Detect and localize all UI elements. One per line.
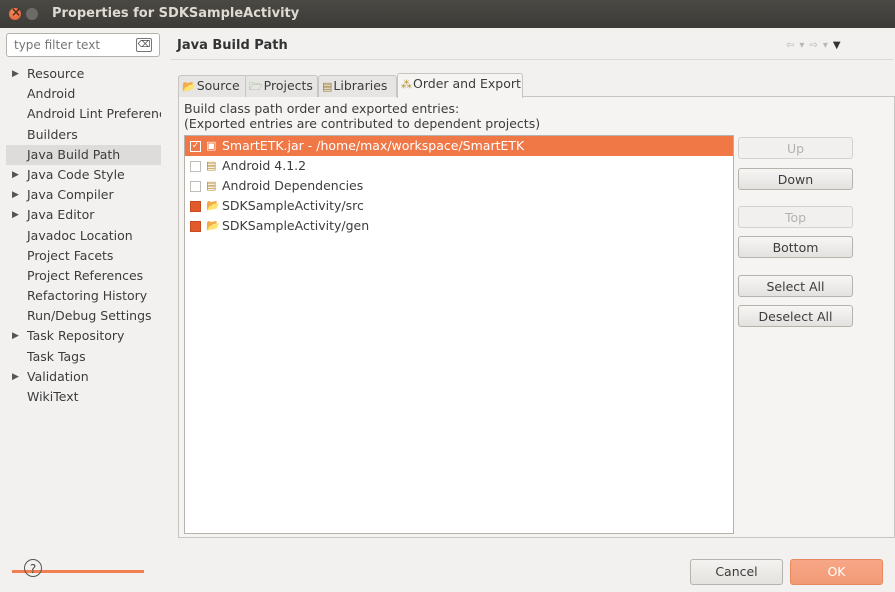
sidebar-item-label: Refactoring History [27,288,148,304]
sidebar-item-label: Project References [27,267,144,283]
export-checkbox[interactable] [190,161,201,172]
minimize-window-button[interactable] [26,8,38,20]
sidebar-item-run-debug-settings[interactable]: Run/Debug Settings [6,306,161,326]
down-button[interactable]: Down [738,168,853,190]
sidebar-item-javadoc-location[interactable]: Javadoc Location [6,226,161,246]
entry-label: Android Dependencies [222,178,364,193]
history-nav: ⇦▾⇨▾▼ [786,40,846,51]
sidebar-item-java-build-path[interactable]: Java Build Path [6,144,161,165]
expand-arrow-icon[interactable]: ▶ [12,326,19,346]
top-button[interactable]: Top [738,206,853,228]
list-item[interactable]: ✓ ▣ SmartETK.jar - /home/max/workspace/Sma… [185,136,733,156]
sidebar-item-label: WikiText [27,389,79,404]
sidebar-item-java-code-style[interactable]: ▶ Java Code Style [6,165,161,185]
sidebar-item-project-references[interactable]: Project References [6,266,161,286]
sidebar-item-task-tags[interactable]: Task Tags [6,347,161,367]
order-export-list[interactable]: ✓ ▣ SmartETK.jar - /home/max/workspace/Sma… [184,135,734,534]
sidebar-item-java-compiler[interactable]: ▶ Java Compiler [6,185,161,205]
source-folder-icon: 📂 [182,80,196,93]
sidebar-item-validation[interactable]: ▶ Validation [6,367,161,387]
bottom-button[interactable]: Bottom [738,236,853,258]
sidebar-item-android[interactable]: Android [6,84,161,104]
expand-arrow-icon[interactable]: ▶ [12,205,19,225]
sidebar-item-refactoring-history[interactable]: Refactoring History [6,286,161,306]
expand-arrow-icon[interactable]: ▶ [12,185,19,205]
entry-label: Android 4.1.2 [222,158,307,173]
export-checkbox[interactable] [190,181,201,192]
expand-arrow-icon[interactable]: ▶ [12,165,19,185]
window-title: Properties for SDKSampleActivity [52,6,300,21]
library-icon: ▤ [206,159,217,172]
jar-icon: ▣ [206,139,217,152]
sidebar-item-label: Task Repository [27,328,125,344]
tab-libraries[interactable]: ▤Libraries [318,75,397,97]
tab-order-and-export[interactable]: ⁂Order and Export [397,73,523,98]
entry-label: SDKSampleActivity/gen [222,218,370,233]
tab-description: Build class path order and exported entr… [184,101,540,131]
export-checkbox[interactable] [190,201,201,212]
sidebar-item-label: Validation [27,368,89,384]
sidebar-item-label: Javadoc Location [27,227,133,243]
sidebar-item-label: Java Editor [27,207,95,223]
order-export-icon: ⁂ [401,78,412,91]
description-line-2: (Exported entries are contributed to dep… [184,116,541,131]
up-button[interactable]: Up [738,137,853,159]
sidebar-item-java-editor[interactable]: ▶ Java Editor [6,205,161,225]
list-item[interactable]: ▤ Android Dependencies [185,176,733,196]
back-arrow-icon[interactable]: ⇦ [786,40,799,51]
entry-label: SDKSampleActivity/src [222,198,364,213]
view-menu-icon[interactable]: ▼ [833,40,846,51]
select-all-button[interactable]: Select All [738,275,853,297]
projects-icon: 🗁 [249,80,263,93]
sidebar-item-label: Project Facets [27,247,114,263]
sidebar-item-android-lint-preferences[interactable]: Android Lint Preferences [6,104,161,124]
property-tree: ▶ Resource Android Android Lint Preferences… [6,64,161,407]
export-checkbox[interactable]: ✓ [190,141,201,152]
forward-arrow-icon[interactable]: ⇨ [809,40,822,51]
filter-input[interactable] [12,37,136,53]
library-icon: ▤ [206,179,217,192]
sidebar-item-label: Resource [27,66,85,81]
sidebar-item-builders[interactable]: Builders [6,125,161,145]
sidebar-item-label: Task Tags [27,348,86,364]
ok-button[interactable]: OK [790,559,883,585]
window-titlebar: Properties for SDKSampleActivity [0,0,895,28]
forward-menu-icon[interactable]: ▾ [823,40,833,51]
properties-sidebar: ⌫ ▶ Resource Android Android Lint Preferenc… [6,33,161,573]
tab-projects[interactable]: 🗁Projects [245,75,318,97]
source-folder-icon: 📂 [206,199,220,212]
filter-box: ⌫ [6,33,160,57]
sidebar-item-resource[interactable]: ▶ Resource [6,64,161,84]
tab-source[interactable]: 📂Source [178,75,248,97]
expand-arrow-icon[interactable]: ▶ [12,64,19,84]
help-icon[interactable]: ? [24,559,42,577]
sidebar-item-label: Android Lint Preferences [27,106,161,122]
export-checkbox[interactable] [190,221,201,232]
sidebar-item-label: Java Build Path [27,146,121,162]
sidebar-item-label: Android [27,86,76,102]
back-menu-icon[interactable]: ▾ [799,40,809,51]
list-item[interactable]: ▤ Android 4.1.2 [185,156,733,176]
sidebar-item-label: Builders [27,126,78,142]
list-item[interactable]: 📂 SDKSampleActivity/src [185,196,733,216]
libraries-icon: ▤ [322,80,333,93]
sidebar-item-task-repository[interactable]: ▶ Task Repository [6,326,161,346]
close-window-button[interactable] [9,5,21,20]
sidebar-item-wikitext[interactable]: WikiText [6,387,161,407]
sidebar-item-label: Java Code Style [27,166,125,182]
deselect-all-button[interactable]: Deselect All [738,305,853,327]
description-line-1: Build class path order and exported entr… [184,101,460,116]
sidebar-item-project-facets[interactable]: Project Facets [6,246,161,266]
header-divider [171,59,893,60]
cancel-button[interactable]: Cancel [690,559,783,585]
source-folder-icon: 📂 [206,219,220,232]
list-item[interactable]: 📂 SDKSampleActivity/gen [185,216,733,236]
entry-label: SmartETK.jar - /home/max/workspace/Smart… [222,138,525,153]
clear-filter-icon[interactable]: ⌫ [136,38,152,52]
sidebar-item-label: Java Compiler [27,187,114,203]
page-title: Java Build Path [177,38,288,53]
expand-arrow-icon[interactable]: ▶ [12,367,19,387]
sidebar-item-label: Run/Debug Settings [27,308,152,324]
